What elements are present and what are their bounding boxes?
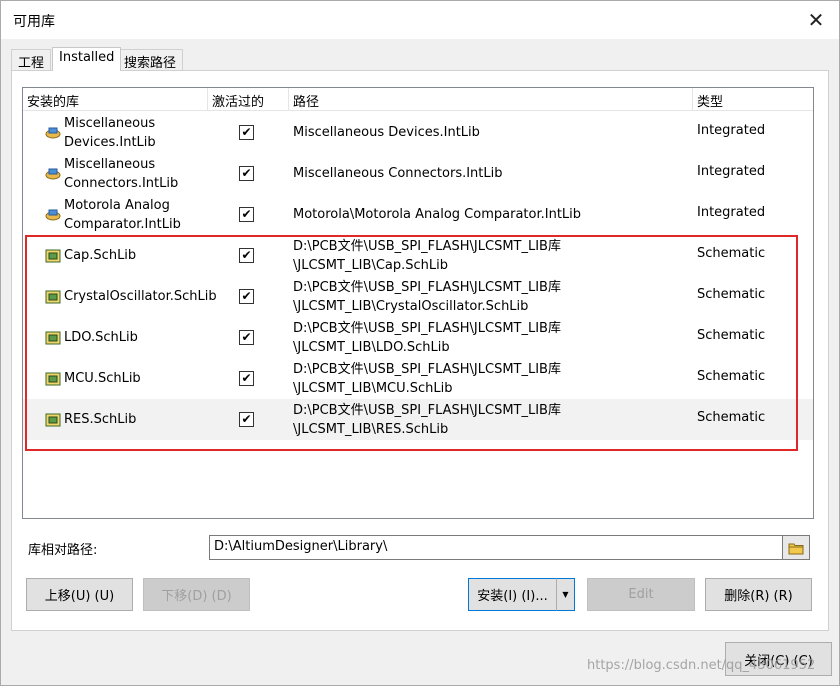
library-name: RES.SchLib (64, 412, 137, 427)
integrated-library-icon (45, 209, 61, 221)
integrated-library-icon (45, 127, 61, 139)
move-up-button[interactable]: 上移(U) (U) (26, 578, 133, 611)
table-row[interactable]: LDO.SchLib ✔ D:\PCB文件\USB_SPI_FLASH\JLCS… (23, 317, 813, 358)
library-type: Schematic (697, 369, 766, 384)
schematic-library-icon (45, 372, 61, 386)
library-name: CrystalOscillator.SchLib (64, 289, 217, 304)
integrated-library-icon (45, 168, 61, 180)
relative-path-input[interactable]: D:\AltiumDesigner\Library\ (209, 535, 783, 560)
library-path: D:\PCB文件\USB_SPI_FLASH\JLCSMT_LIB库\JLCSM… (293, 362, 561, 396)
library-type: Integrated (697, 164, 766, 179)
table-row[interactable]: RES.SchLib ✔ D:\PCB文件\USB_SPI_FLASH\JLCS… (23, 399, 813, 440)
activated-checkbox[interactable]: ✔ (239, 166, 254, 181)
table-row[interactable]: MCU.SchLib ✔ D:\PCB文件\USB_SPI_FLASH\JLCS… (23, 358, 813, 399)
title-bar: 可用库 ✕ (1, 1, 839, 39)
column-header-activated[interactable]: 激活过的 (208, 88, 289, 110)
chevron-down-icon: ▼ (562, 590, 569, 599)
folder-icon (788, 543, 804, 554)
tab-search-path[interactable]: 搜索路径 (117, 49, 184, 71)
column-header-path[interactable]: 路径 (289, 88, 693, 110)
library-name: LDO.SchLib (64, 330, 138, 345)
schematic-library-icon (45, 413, 61, 427)
library-path: D:\PCB文件\USB_SPI_FLASH\JLCSMT_LIB库\JLCSM… (293, 239, 561, 273)
library-type: Integrated (697, 205, 766, 220)
list-header: 安装的库 激活过的 路径 类型 (23, 88, 813, 111)
activated-checkbox[interactable]: ✔ (239, 412, 254, 427)
library-type: Schematic (697, 328, 766, 343)
activated-checkbox[interactable]: ✔ (239, 289, 254, 304)
library-name: Cap.SchLib (64, 248, 137, 263)
tab-project[interactable]: 工程 (11, 49, 52, 71)
table-row[interactable]: CrystalOscillator.SchLib ✔ D:\PCB文件\USB_… (23, 276, 813, 317)
install-dropdown-arrow[interactable]: ▼ (556, 578, 575, 611)
watermark-text: https://blog.csdn.net/qq_43061952 (587, 658, 816, 673)
schematic-library-icon (45, 249, 61, 263)
activated-checkbox[interactable]: ✔ (239, 125, 254, 140)
library-type: Schematic (697, 287, 766, 302)
library-type: Integrated (697, 123, 766, 138)
schematic-library-icon (45, 331, 61, 345)
column-header-type[interactable]: 类型 (693, 88, 813, 110)
remove-button[interactable]: 删除(R) (R) (705, 578, 812, 611)
library-name: Miscellaneous Connectors.IntLib (64, 157, 179, 191)
close-icon[interactable]: ✕ (793, 1, 839, 39)
schematic-library-icon (45, 290, 61, 304)
library-path: D:\PCB文件\USB_SPI_FLASH\JLCSMT_LIB库\JLCSM… (293, 280, 561, 314)
library-path: Miscellaneous Devices.IntLib (293, 125, 480, 140)
library-path: D:\PCB文件\USB_SPI_FLASH\JLCSMT_LIB库\JLCSM… (293, 403, 561, 437)
activated-checkbox[interactable]: ✔ (239, 207, 254, 222)
table-row[interactable]: Miscellaneous Connectors.IntLib ✔ Miscel… (23, 153, 813, 194)
relative-path-label: 库相对路径: (28, 543, 98, 558)
activated-checkbox[interactable]: ✔ (239, 330, 254, 345)
library-type: Schematic (697, 246, 766, 261)
table-row[interactable]: Cap.SchLib ✔ D:\PCB文件\USB_SPI_FLASH\JLCS… (23, 235, 813, 276)
table-row[interactable]: Motorola Analog Comparator.IntLib ✔ Moto… (23, 194, 813, 235)
edit-button[interactable]: Edit (587, 578, 695, 611)
library-type: Schematic (697, 410, 766, 425)
installed-libraries-list[interactable]: 安装的库 激活过的 路径 类型 Miscellaneous Devices.In… (22, 87, 814, 519)
available-libraries-dialog: 可用库 ✕ 工程 Installed 搜索路径 安装的库 激活过的 路径 类型 … (0, 0, 840, 686)
library-path: Miscellaneous Connectors.IntLib (293, 166, 503, 181)
install-button[interactable]: 安装(I) (I)... (468, 578, 557, 611)
move-down-button[interactable]: 下移(D) (D) (143, 578, 250, 611)
library-name: MCU.SchLib (64, 371, 141, 386)
browse-folder-button[interactable] (782, 535, 810, 560)
column-header-library[interactable]: 安装的库 (23, 88, 208, 110)
activated-checkbox[interactable]: ✔ (239, 371, 254, 386)
library-name: Miscellaneous Devices.IntLib (64, 116, 156, 150)
dialog-title: 可用库 (13, 14, 55, 30)
library-name: Motorola Analog Comparator.IntLib (64, 198, 181, 232)
table-row[interactable]: Miscellaneous Devices.IntLib ✔ Miscellan… (23, 112, 813, 153)
library-path: Motorola\Motorola Analog Comparator.IntL… (293, 207, 582, 222)
library-path: D:\PCB文件\USB_SPI_FLASH\JLCSMT_LIB库\JLCSM… (293, 321, 561, 355)
activated-checkbox[interactable]: ✔ (239, 248, 254, 263)
tab-installed[interactable]: Installed (52, 47, 122, 71)
